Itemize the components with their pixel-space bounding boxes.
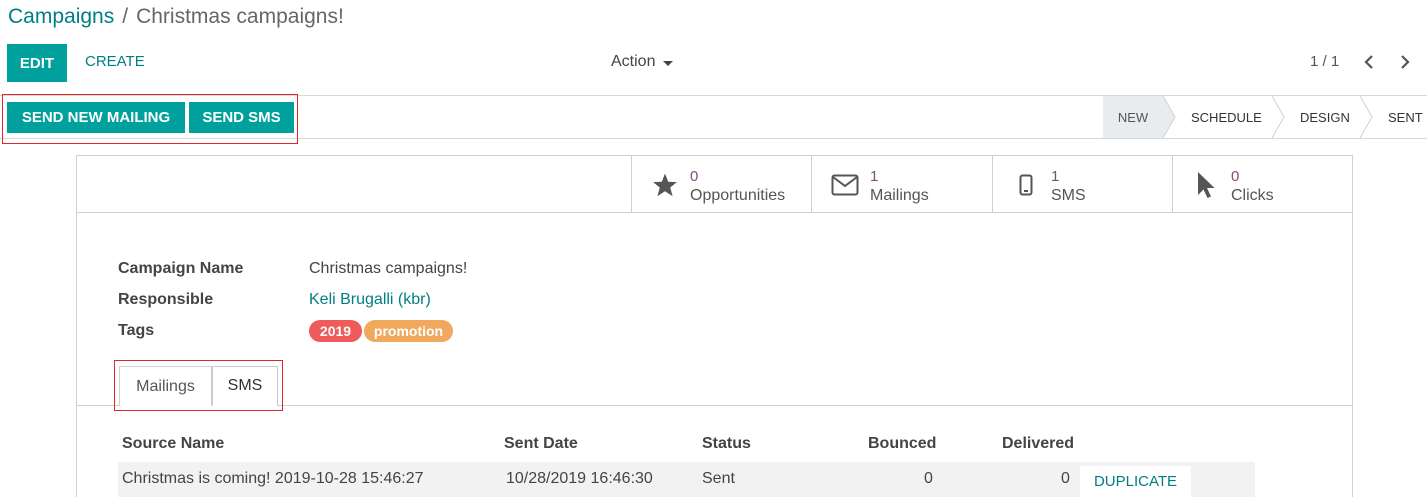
row-bounced: 0 <box>924 470 933 487</box>
column-bounced[interactable]: Bounced <box>868 435 936 453</box>
caret-down-icon <box>663 60 674 66</box>
clicks-label: Clicks <box>1231 187 1274 204</box>
duplicate-button[interactable]: DUPLICATE <box>1080 466 1191 497</box>
breadcrumb-current: Christmas campaigns! <box>136 5 344 28</box>
campaign-name-label: Campaign Name <box>118 260 244 277</box>
stage-sent[interactable]: SENT <box>1388 96 1423 138</box>
highlight-header-buttons <box>2 94 298 144</box>
mailings-count: 1 <box>870 168 879 185</box>
column-sent-date[interactable]: Sent Date <box>504 435 578 453</box>
tag-promotion[interactable]: promotion <box>364 320 453 342</box>
stage-design[interactable]: DESIGN <box>1300 96 1350 138</box>
clicks-count: 0 <box>1231 168 1240 185</box>
row-sent-date: 10/28/2019 16:46:30 <box>506 470 653 487</box>
edit-button[interactable]: EDIT <box>7 44 67 82</box>
stage-schedule[interactable]: SCHEDULE <box>1191 96 1262 138</box>
clicks-stat-button[interactable]: 0 Clicks <box>1172 156 1353 212</box>
stat-button-box: 0 Opportunities 1 Mailings 1 SMS 0 Click… <box>77 156 1352 213</box>
mobile-icon <box>1011 172 1041 198</box>
star-icon <box>650 172 680 198</box>
create-button[interactable]: CREATE <box>85 53 145 70</box>
action-dropdown[interactable]: Action <box>611 53 674 71</box>
sms-stat-button[interactable]: 1 SMS <box>992 156 1173 212</box>
row-delivered: 0 <box>1061 470 1070 487</box>
column-status[interactable]: Status <box>702 435 751 453</box>
stage-arrow-icon <box>1272 96 1285 138</box>
column-source-name[interactable]: Source Name <box>122 435 224 453</box>
tag-2019[interactable]: 2019 <box>309 320 362 342</box>
stage-arrow-icon <box>1163 96 1176 138</box>
stage-arrow-icon <box>1360 96 1373 138</box>
breadcrumb-separator: / <box>122 5 129 28</box>
breadcrumb: Campaigns / Christmas campaigns! <box>8 4 344 30</box>
stage-new[interactable]: NEW <box>1103 96 1163 138</box>
responsible-label: Responsible <box>118 291 214 308</box>
row-status: Sent <box>702 470 735 487</box>
cursor-icon <box>1191 172 1221 198</box>
column-delivered[interactable]: Delivered <box>1002 435 1074 453</box>
tags-label: Tags <box>118 322 155 339</box>
opportunities-label: Opportunities <box>690 187 786 204</box>
chevron-right-icon[interactable] <box>1394 49 1416 75</box>
responsible-link[interactable]: Keli Brugalli (kbr) <box>309 291 431 309</box>
opportunities-stat-button[interactable]: 0 Opportunities <box>631 156 812 212</box>
action-label: Action <box>611 53 656 70</box>
sms-count: 1 <box>1051 168 1060 185</box>
mailings-label: Mailings <box>870 187 929 204</box>
campaign-name-value: Christmas campaigns! <box>309 260 468 277</box>
sms-label: SMS <box>1051 187 1086 204</box>
row-source-name: Christmas is coming! 2019-10-28 15:46:27 <box>122 470 424 487</box>
pager-value[interactable]: 1 / 1 <box>1310 53 1339 70</box>
highlight-tabs <box>114 360 283 411</box>
breadcrumb-campaigns-link[interactable]: Campaigns <box>8 5 114 28</box>
opportunities-count: 0 <box>690 168 699 185</box>
mailings-stat-button[interactable]: 1 Mailings <box>811 156 992 212</box>
chevron-left-icon[interactable] <box>1358 49 1380 75</box>
envelope-icon <box>830 172 860 198</box>
